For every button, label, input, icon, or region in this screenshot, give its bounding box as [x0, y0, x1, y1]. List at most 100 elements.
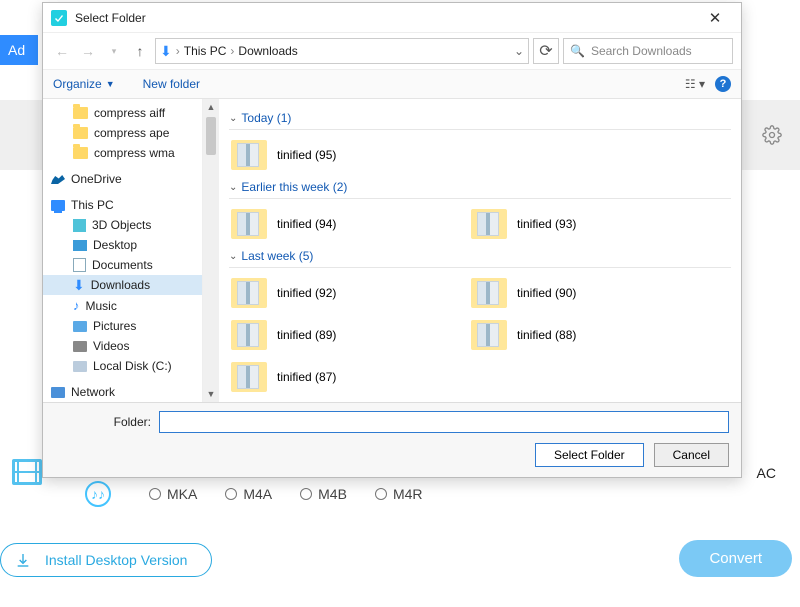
recent-dropdown-icon[interactable]: ▾: [103, 40, 125, 62]
folder-thumb-icon: [231, 140, 267, 170]
toolbar: Organize▼ New folder ☷ ▾ ?: [43, 69, 741, 99]
tree-item-pictures[interactable]: Pictures: [43, 316, 202, 336]
address-dropdown-icon[interactable]: ⌄: [514, 44, 524, 58]
download-icon: ⬇: [73, 278, 85, 292]
crumb-downloads[interactable]: Downloads: [238, 44, 297, 58]
new-folder-button[interactable]: New folder: [143, 77, 200, 91]
pc-icon: [51, 200, 65, 211]
search-icon: 🔍: [570, 44, 585, 58]
downloads-path-icon: ⬇: [160, 43, 172, 60]
onedrive-icon: [51, 174, 65, 184]
tree-item-localdisk[interactable]: Local Disk (C:): [43, 356, 202, 376]
chevron-right-icon: ›: [176, 44, 180, 58]
group-earlier-week[interactable]: ⌄Earlier this week (2): [229, 180, 731, 194]
audio-format-row: ♪♪ MKA M4A M4B M4R: [85, 481, 423, 507]
tree-scrollbar[interactable]: ▲ ▼: [203, 99, 219, 402]
view-options-icon[interactable]: ☷ ▾: [685, 77, 705, 91]
videos-icon: [73, 341, 87, 352]
organize-menu[interactable]: Organize▼: [53, 77, 115, 91]
list-item[interactable]: tinified (92): [229, 274, 429, 312]
close-button[interactable]: ✕: [697, 9, 733, 27]
list-item[interactable]: tinified (88): [469, 316, 669, 354]
tree-item-compress-wma[interactable]: compress wma: [43, 143, 202, 163]
folder-thumb-icon: [231, 362, 267, 392]
forward-button: →: [77, 40, 99, 62]
list-item[interactable]: tinified (95): [229, 136, 429, 174]
scroll-thumb[interactable]: [206, 117, 216, 155]
folder-label: Folder:: [55, 415, 151, 429]
tree-item-compress-ape[interactable]: compress ape: [43, 123, 202, 143]
chevron-down-icon: ⌄: [229, 251, 237, 262]
folder-input[interactable]: [159, 411, 729, 433]
list-item[interactable]: tinified (90): [469, 274, 669, 312]
tree-item-music[interactable]: ♪Music: [43, 295, 202, 316]
chevron-down-icon: ⌄: [229, 182, 237, 193]
convert-button[interactable]: Convert: [679, 540, 792, 577]
music-icon: ♪: [73, 298, 80, 313]
tree-item-3d[interactable]: 3D Objects: [43, 215, 202, 235]
pictures-icon: [73, 321, 87, 332]
nav-row: ← → ▾ ↑ ⬇ › This PC › Downloads ⌄ ⟳ 🔍 Se…: [43, 33, 741, 69]
dialog-title: Select Folder: [75, 11, 146, 25]
document-icon: [73, 258, 86, 272]
search-input[interactable]: 🔍 Search Downloads: [563, 38, 733, 64]
folder-thumb-icon: [471, 320, 507, 350]
folder-icon: [73, 107, 88, 119]
group-last-week[interactable]: ⌄Last week (5): [229, 249, 731, 263]
chevron-down-icon: ▼: [106, 79, 115, 89]
folder-tree[interactable]: compress aiff compress ape compress wma …: [43, 99, 203, 402]
tree-item-documents[interactable]: Documents: [43, 255, 202, 275]
dialog-footer: Folder: Select Folder Cancel: [43, 402, 741, 477]
back-button[interactable]: ←: [51, 40, 73, 62]
folder-thumb-icon: [231, 320, 267, 350]
up-button[interactable]: ↑: [129, 40, 151, 62]
network-icon: [51, 387, 65, 398]
tree-item-compress-aiff[interactable]: compress aiff: [43, 103, 202, 123]
tree-item-videos[interactable]: Videos: [43, 336, 202, 356]
tree-item-desktop[interactable]: Desktop: [43, 235, 202, 255]
scroll-down-icon[interactable]: ▼: [203, 386, 219, 402]
settings-gear-icon[interactable]: [762, 125, 782, 145]
file-list[interactable]: ⌄Today (1) tinified (95) ⌄Earlier this w…: [219, 99, 741, 402]
disk-icon: [73, 361, 87, 372]
folder-thumb-icon: [471, 278, 507, 308]
refresh-button[interactable]: ⟳: [533, 38, 559, 64]
format-radio-m4b[interactable]: M4B: [300, 486, 347, 502]
tree-item-thispc[interactable]: This PC: [43, 195, 202, 215]
video-grid-icon[interactable]: [12, 459, 42, 485]
select-folder-button[interactable]: Select Folder: [535, 443, 644, 467]
cancel-button[interactable]: Cancel: [654, 443, 729, 467]
music-note-icon: ♪♪: [85, 481, 111, 507]
chevron-down-icon: ⌄: [229, 113, 237, 124]
add-button[interactable]: Ad: [0, 35, 38, 65]
tree-item-network[interactable]: Network: [43, 382, 202, 402]
format-radio-m4a[interactable]: M4A: [225, 486, 272, 502]
crumb-thispc[interactable]: This PC: [184, 44, 227, 58]
format-radio-mka[interactable]: MKA: [149, 486, 197, 502]
folder-thumb-icon: [231, 209, 267, 239]
format-ac-label: AC: [757, 465, 776, 481]
scroll-up-icon[interactable]: ▲: [203, 99, 219, 115]
list-item[interactable]: tinified (87): [229, 358, 429, 396]
cube-icon: [73, 219, 86, 232]
format-radio-m4r[interactable]: M4R: [375, 486, 423, 502]
folder-thumb-icon: [471, 209, 507, 239]
search-placeholder: Search Downloads: [591, 44, 692, 58]
install-desktop-button[interactable]: Install Desktop Version: [0, 543, 212, 577]
app-logo-icon: [51, 10, 67, 26]
folder-thumb-icon: [231, 278, 267, 308]
list-item[interactable]: tinified (89): [229, 316, 429, 354]
help-icon[interactable]: ?: [715, 76, 731, 92]
tree-item-onedrive[interactable]: OneDrive: [43, 169, 202, 189]
group-today[interactable]: ⌄Today (1): [229, 111, 731, 125]
address-bar[interactable]: ⬇ › This PC › Downloads ⌄: [155, 38, 529, 64]
desktop-icon: [73, 240, 87, 251]
list-item[interactable]: tinified (94): [229, 205, 429, 243]
tree-item-downloads[interactable]: ⬇Downloads: [43, 275, 202, 295]
select-folder-dialog: Select Folder ✕ ← → ▾ ↑ ⬇ › This PC › Do…: [42, 2, 742, 478]
dialog-titlebar: Select Folder ✕: [43, 3, 741, 33]
list-item[interactable]: tinified (93): [469, 205, 669, 243]
folder-icon: [73, 127, 88, 139]
folder-icon: [73, 147, 88, 159]
chevron-right-icon: ›: [230, 44, 234, 58]
